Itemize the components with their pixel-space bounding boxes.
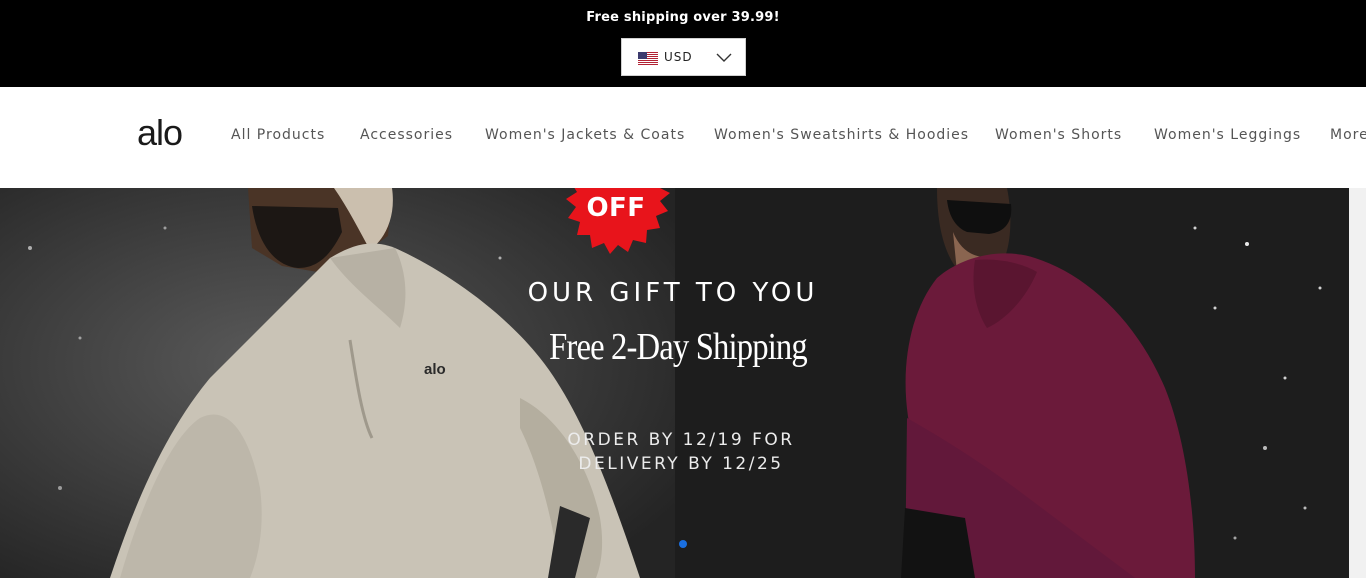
shipping-subheading: Free 2-Day Shipping xyxy=(549,326,808,368)
nav-accessories[interactable]: Accessories xyxy=(360,127,453,143)
carousel-dot-active[interactable] xyxy=(679,540,687,548)
gift-heading: OUR GIFT TO YOU xyxy=(527,278,819,308)
hero-banner[interactable]: alo OFF OUR GIFT TO YOU Free 2-Day Shipp… xyxy=(0,188,1349,578)
currency-label: USD xyxy=(664,50,693,64)
nav-more[interactable]: More xyxy=(1330,127,1366,143)
nav-womens-sweatshirts-hoodies[interactable]: Women's Sweatshirts & Hoodies xyxy=(714,127,969,143)
currency-selector[interactable]: USD xyxy=(621,38,746,76)
jacket-alo-logo: alo xyxy=(424,361,446,378)
delivery-by-line: DELIVERY BY 12/25 xyxy=(578,454,784,474)
us-flag-icon xyxy=(638,52,658,65)
main-nav: All Products Accessories Women's Jackets… xyxy=(0,127,1366,149)
hero-image-woman xyxy=(675,188,1349,578)
page-scrollbar[interactable] xyxy=(1349,188,1366,578)
nav-womens-shorts[interactable]: Women's Shorts xyxy=(995,127,1122,143)
announcement-bar: Free shipping over 39.99! USD xyxy=(0,0,1366,87)
order-by-line: ORDER BY 12/19 FOR xyxy=(567,430,795,450)
nav-womens-jackets-coats[interactable]: Women's Jackets & Coats xyxy=(485,127,685,143)
site-header: alo All Products Accessories Women's Jac… xyxy=(0,87,1366,188)
chevron-down-icon xyxy=(716,53,732,62)
nav-all-products[interactable]: All Products xyxy=(231,127,325,143)
free-shipping-text: Free shipping over 39.99! xyxy=(586,10,780,25)
nav-womens-leggings[interactable]: Women's Leggings xyxy=(1154,127,1301,143)
sale-off-text: OFF xyxy=(586,193,646,223)
